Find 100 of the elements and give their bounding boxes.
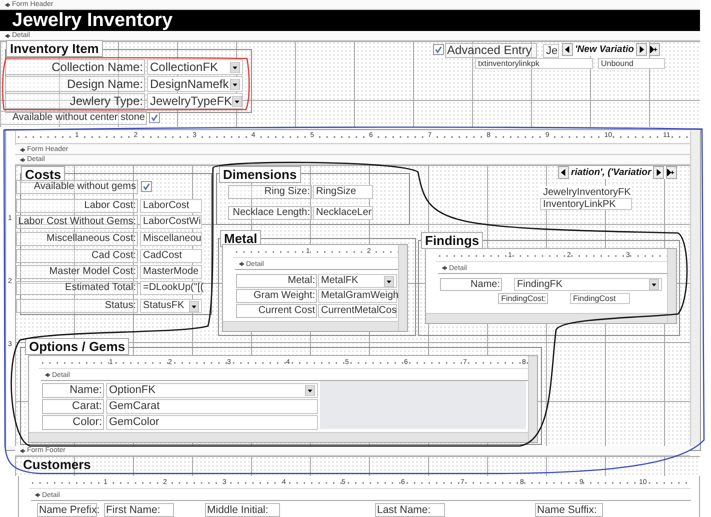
text-field[interactable]: GemColor xyxy=(106,415,318,430)
scrollbar[interactable] xyxy=(667,249,676,323)
right-triangle-icon xyxy=(638,46,645,53)
text-field[interactable]: InventoryLinkPK xyxy=(540,198,632,210)
form-title: Jewelry Inventory xyxy=(0,10,700,31)
scrollbar[interactable] xyxy=(398,245,407,331)
field-label: Jewlery Type: xyxy=(5,93,145,109)
field-label: Metal: xyxy=(236,274,317,288)
scrollbar[interactable] xyxy=(426,313,668,323)
new-record-button[interactable] xyxy=(648,43,660,56)
dropdown-arrow-icon xyxy=(230,78,240,90)
field-label: Current Cost xyxy=(236,304,317,318)
section-marker-icon xyxy=(34,492,40,498)
right-triangle-icon xyxy=(655,169,662,176)
field-label: FindingCost: xyxy=(498,293,548,304)
section-marker-icon xyxy=(44,372,50,378)
field-label: Necklace Length: xyxy=(228,206,312,220)
group-title: Costs xyxy=(21,166,66,183)
field-label: Labor Cost Without Gems: xyxy=(16,215,138,229)
field-label: Design Name: xyxy=(5,76,145,92)
new-record-icon xyxy=(650,46,659,53)
combo-box[interactable]: DesignNamefk xyxy=(147,76,243,92)
text-field[interactable]: CadCost xyxy=(140,249,202,263)
new-record-icon xyxy=(667,169,676,176)
text-field[interactable]: MetalGramWeigh xyxy=(318,289,397,303)
combo-box[interactable]: StatusFK xyxy=(140,299,202,313)
field-label: Collection Name: xyxy=(5,59,145,75)
field-label: Estimated Total: xyxy=(16,281,138,295)
checkbox-label: Available without gems xyxy=(16,180,138,194)
group-title: Findings xyxy=(421,232,484,249)
checkbox-label: Advanced Entry xyxy=(445,43,537,58)
dropdown-arrow-icon xyxy=(384,276,394,286)
checkbox-label: Available without center stone xyxy=(0,111,147,125)
combo-box[interactable]: MetalFK xyxy=(318,274,397,288)
text-field[interactable]: Unbound xyxy=(598,58,665,69)
combo-box[interactable]: JewelryTypeFK xyxy=(147,93,243,109)
group-title: Customers xyxy=(22,457,92,472)
field-label: Master Model Cost: xyxy=(16,265,138,279)
checkbox[interactable] xyxy=(141,181,152,192)
combo-box[interactable]: FindingFK xyxy=(514,278,662,291)
checkbox[interactable] xyxy=(433,44,444,55)
field-label: Ring Size: xyxy=(228,185,312,199)
section-marker-icon xyxy=(19,146,25,152)
text-field[interactable]: NecklaceLer xyxy=(313,206,373,220)
field-label: Middle Initial: xyxy=(205,503,280,517)
dropdown-arrow-icon xyxy=(649,279,659,290)
field-label: Miscellaneous Cost: xyxy=(16,232,138,246)
field-label: Cad Cost: xyxy=(16,249,138,263)
text-field[interactable]: LaborCostWi xyxy=(140,215,202,229)
record-caption: riation', ('Variatior xyxy=(571,167,652,178)
combo-box[interactable]: CollectionFK xyxy=(147,59,243,75)
text-field[interactable]: Je xyxy=(543,44,559,58)
text-field[interactable]: LaborCost xyxy=(140,199,202,213)
field-label: Last Name: xyxy=(375,503,445,517)
section-marker-icon xyxy=(19,156,25,162)
previous-record-button[interactable] xyxy=(562,43,573,56)
text-field[interactable]: txtinventorylinkpk xyxy=(475,58,593,69)
record-caption: 'New Variatio xyxy=(575,44,634,55)
left-triangle-icon xyxy=(564,46,571,53)
next-record-button[interactable] xyxy=(636,43,647,56)
group-title: Dimensions xyxy=(219,166,301,183)
scrollbar[interactable] xyxy=(29,432,529,442)
previous-record-button[interactable] xyxy=(558,166,569,179)
text-field[interactable]: FindingCost xyxy=(570,293,630,304)
dropdown-arrow-icon xyxy=(232,96,242,106)
next-record-button[interactable] xyxy=(653,166,664,179)
field-label: Status: xyxy=(16,299,138,313)
field-label: Labor Cost: xyxy=(16,199,138,213)
section-marker-icon xyxy=(441,265,447,271)
scrollbar[interactable] xyxy=(690,131,700,446)
dropdown-arrow-icon xyxy=(189,300,199,312)
section-marker-icon xyxy=(238,261,244,267)
text-field[interactable]: Miscellaneou xyxy=(140,232,202,246)
text-field[interactable]: JewelryInventoryFK xyxy=(540,186,632,198)
field-label: Name Suffix: xyxy=(535,503,603,517)
field-label: Color: xyxy=(42,415,104,430)
scrollbar[interactable] xyxy=(223,321,399,331)
scrollbar[interactable] xyxy=(528,356,537,442)
dropdown-arrow-icon xyxy=(305,385,315,396)
section-marker-icon xyxy=(4,32,10,38)
text-field[interactable]: CurrentMetalCos xyxy=(318,304,397,318)
text-field[interactable]: =DLookUp("[( xyxy=(140,281,202,295)
combo-box[interactable]: OptionFK xyxy=(106,383,318,398)
left-triangle-icon xyxy=(560,169,567,176)
field-label: Name: xyxy=(42,383,104,398)
section-marker-icon xyxy=(4,2,10,8)
group-title: Inventory Item xyxy=(6,40,103,57)
checkbox[interactable] xyxy=(149,112,160,123)
field-label: First Name: xyxy=(104,503,174,517)
dropdown-arrow-icon xyxy=(230,62,240,72)
field-label: Name: xyxy=(440,278,502,291)
text-field[interactable]: MasterMode xyxy=(140,265,202,279)
section-marker-icon xyxy=(19,448,25,454)
new-record-button[interactable] xyxy=(666,166,678,179)
group-title: Options / Gems xyxy=(25,338,130,355)
field-label: Name Prefix: xyxy=(37,503,97,517)
field-label: Gram Weight: xyxy=(236,289,317,303)
text-field[interactable]: RingSize xyxy=(313,185,373,199)
text-field[interactable]: GemCarat xyxy=(106,399,318,414)
field-label: Carat: xyxy=(42,399,104,414)
